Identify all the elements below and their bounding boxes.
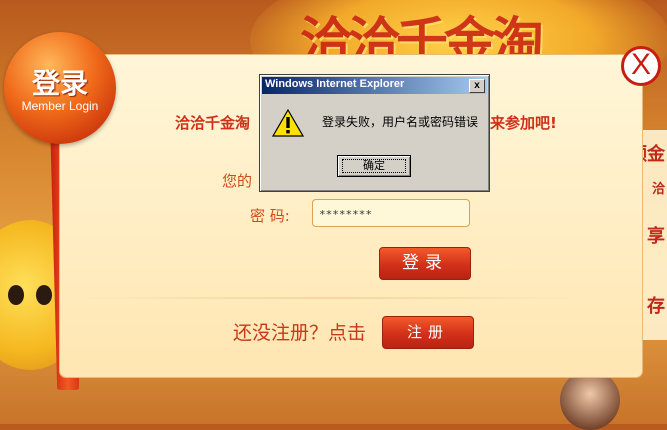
focus-ring: [342, 159, 406, 173]
badge-title: 登录: [31, 67, 88, 100]
login-button[interactable]: 登录: [379, 247, 471, 280]
background-side-text: 享: [647, 226, 665, 247]
dialog-title: Windows Internet Explorer: [265, 78, 405, 90]
register-button[interactable]: 注册: [382, 316, 474, 349]
dialog-ok-button[interactable]: 确定: [337, 155, 411, 177]
dialog-message: 登录失败，用户名或密码错误: [322, 115, 479, 129]
panel-divider: [90, 297, 570, 299]
background-side-text: 存: [647, 296, 665, 317]
welcome-text-right: 来参加吧!: [490, 114, 557, 132]
mascot-eye: [36, 285, 52, 305]
child-photo: [560, 370, 620, 430]
dialog-title-bar[interactable]: Windows Internet Explorer x: [262, 77, 487, 94]
member-login-badge: 登录 Member Login: [4, 32, 116, 144]
dialog-close-button[interactable]: x: [469, 79, 485, 93]
alert-dialog: Windows Internet Explorer x 登录失败，用户名或密码错…: [259, 74, 490, 192]
warning-icon: [272, 109, 304, 137]
welcome-text-left: 洽洽千金淘: [175, 114, 251, 132]
close-panel-button[interactable]: X: [621, 46, 661, 86]
password-label: 密 码:: [250, 207, 290, 225]
background-side-text: 洽: [651, 182, 665, 197]
register-prompt: 还没注册？点击: [233, 322, 367, 344]
username-label: 您的: [222, 172, 253, 190]
mascot-eye: [8, 285, 24, 305]
password-input[interactable]: ********: [312, 199, 470, 227]
badge-subtitle: Member Login: [21, 99, 99, 113]
